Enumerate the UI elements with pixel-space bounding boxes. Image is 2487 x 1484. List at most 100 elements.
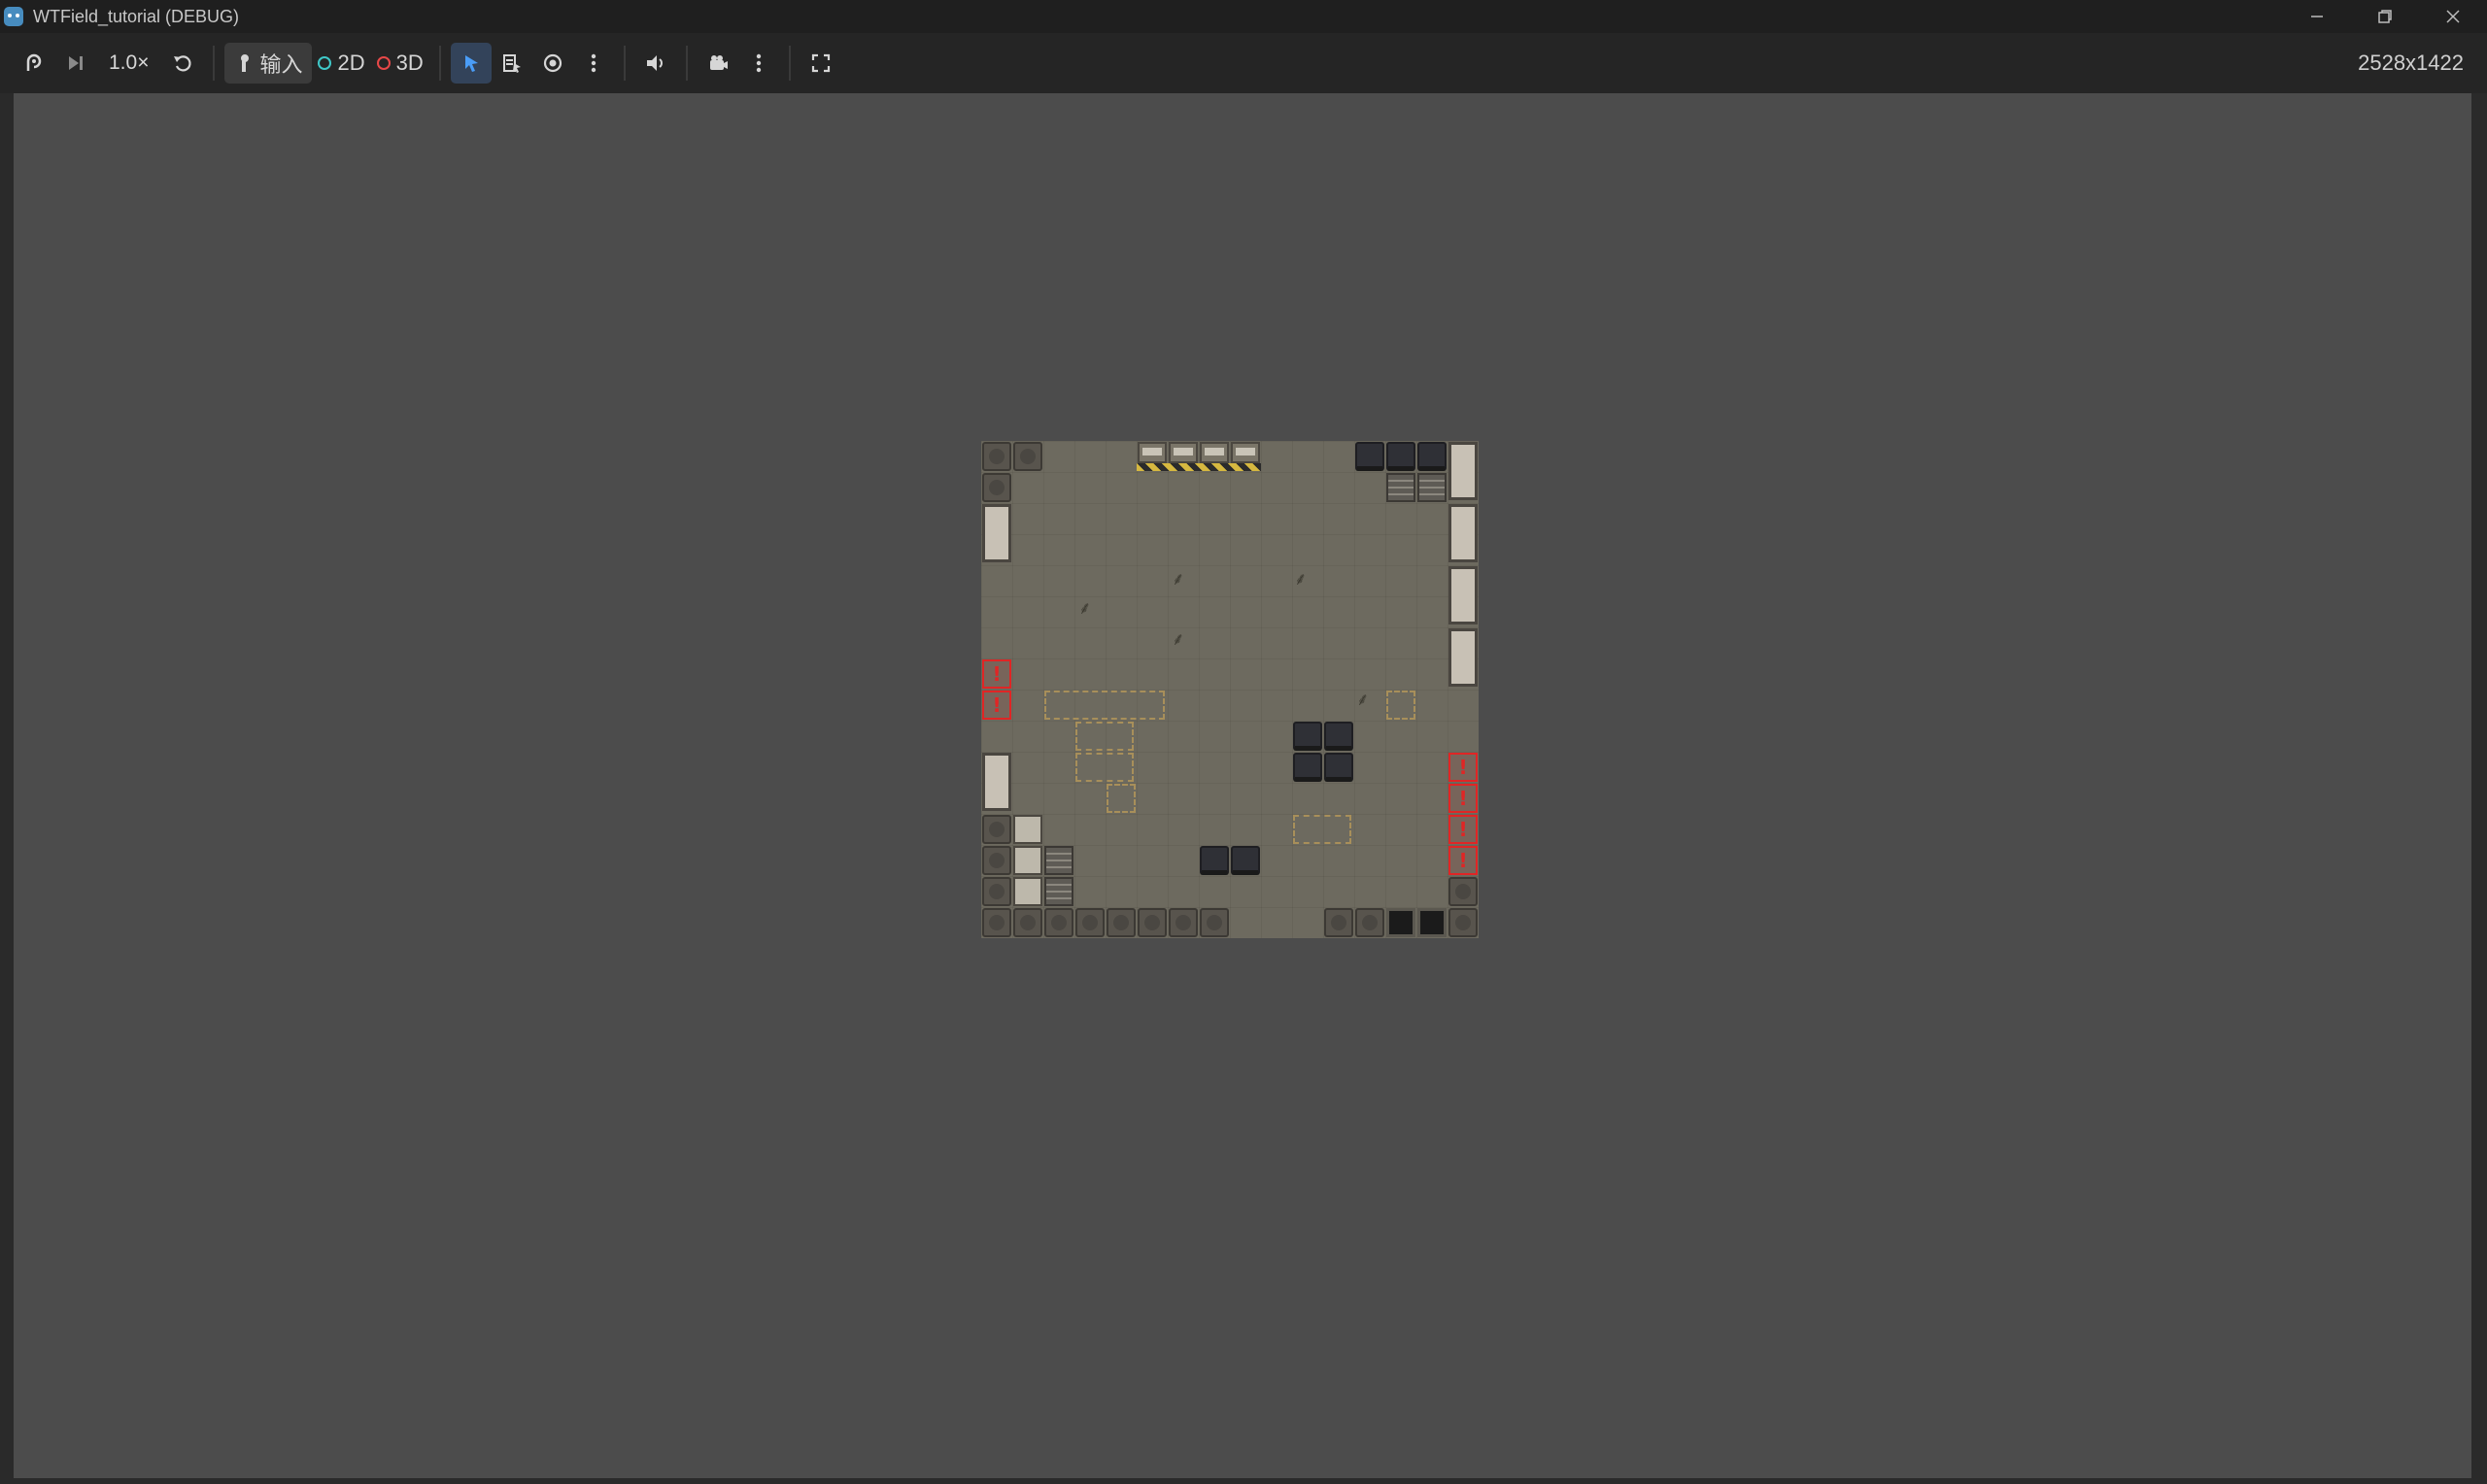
remote-debug-button[interactable] xyxy=(14,43,54,84)
floor-crack: ⸙ xyxy=(1356,690,1370,710)
computer-terminal xyxy=(1324,722,1353,751)
desk xyxy=(1138,442,1167,463)
shelf xyxy=(1386,473,1415,502)
crate xyxy=(1044,908,1073,937)
fullscreen-icon xyxy=(810,52,832,74)
paper-stack xyxy=(1013,877,1042,906)
viewport-border-right xyxy=(2471,93,2487,1484)
dashed-zone xyxy=(1044,691,1165,720)
computer-terminal xyxy=(1231,846,1260,875)
toolbar-separator xyxy=(213,46,216,81)
computer-terminal xyxy=(1293,722,1322,751)
computer-terminal xyxy=(1417,442,1447,471)
desk xyxy=(1231,442,1260,463)
computer-terminal xyxy=(1324,753,1353,782)
pillar xyxy=(1448,504,1478,562)
crate xyxy=(1107,908,1136,937)
crate xyxy=(982,908,1011,937)
dark-block xyxy=(1386,908,1415,937)
speed-button[interactable]: 1.0× xyxy=(95,43,162,84)
input-label: 输入 xyxy=(259,52,303,77)
crate xyxy=(1448,877,1478,906)
mode-3d-button[interactable]: 3D xyxy=(371,43,429,84)
crate xyxy=(1013,442,1042,471)
crate xyxy=(1169,908,1198,937)
hazard-stripe xyxy=(1137,463,1261,471)
reset-icon xyxy=(172,52,193,74)
dashed-zone xyxy=(1293,815,1351,844)
crate xyxy=(1075,908,1105,937)
mode-2d-label: 2D xyxy=(337,51,365,75)
crate xyxy=(982,877,1011,906)
more-options-button[interactable] xyxy=(573,43,614,84)
more-icon xyxy=(755,52,763,74)
alarm-tile xyxy=(982,659,1011,689)
shelf xyxy=(1044,846,1073,875)
restore-button[interactable] xyxy=(2351,0,2419,33)
audio-button[interactable] xyxy=(635,43,676,84)
crate xyxy=(982,473,1011,502)
alarm-tile xyxy=(1448,784,1478,813)
floor-crack: ⸙ xyxy=(1172,629,1185,650)
godot-app-icon xyxy=(4,7,23,26)
pillar xyxy=(1448,566,1478,624)
list-select-button[interactable] xyxy=(492,43,532,84)
game-map[interactable]: ⸙ ⸙ ⸙ ⸙ ⸙ xyxy=(981,441,1479,938)
window-title: WTField_tutorial (DEBUG) xyxy=(33,6,240,26)
camera-icon xyxy=(706,52,730,74)
title-bar: WTField_tutorial (DEBUG) xyxy=(0,0,2487,33)
pillar xyxy=(1448,628,1478,687)
crate xyxy=(1200,908,1229,937)
crate xyxy=(1138,908,1167,937)
dashed-zone xyxy=(1075,753,1134,782)
crate xyxy=(1013,908,1042,937)
toolbar-separator xyxy=(623,46,626,81)
game-toolbar: 1.0× 输入 2D 3D 2528x1422 xyxy=(0,33,2487,93)
toolbar-separator xyxy=(438,46,441,81)
shelf xyxy=(1044,877,1073,906)
floor-crack: ⸙ xyxy=(1294,569,1308,590)
dashed-zone xyxy=(1107,784,1136,813)
mode-3d-label: 3D xyxy=(395,51,424,75)
camera-more-button[interactable] xyxy=(738,43,779,84)
alarm-tile xyxy=(1448,815,1478,844)
fullscreen-button[interactable] xyxy=(801,43,841,84)
audio-icon xyxy=(644,52,667,74)
desk xyxy=(1169,442,1198,463)
visibility-icon xyxy=(542,52,563,74)
list-select-icon xyxy=(501,52,523,74)
alarm-tile xyxy=(1448,846,1478,875)
close-button[interactable] xyxy=(2419,0,2487,33)
remote-debug-icon xyxy=(22,51,46,75)
computer-terminal xyxy=(1355,442,1384,471)
paper-stack xyxy=(1013,815,1042,844)
pillar xyxy=(982,753,1011,811)
camera-button[interactable] xyxy=(698,43,738,84)
desk xyxy=(1200,442,1229,463)
alarm-tile xyxy=(982,691,1011,720)
crate xyxy=(982,815,1011,844)
crate xyxy=(1324,908,1353,937)
window-controls xyxy=(2283,0,2487,33)
radio-2d-icon xyxy=(318,56,332,70)
computer-terminal xyxy=(1386,442,1415,471)
pillar xyxy=(982,504,1011,562)
resolution-label: 2528x1422 xyxy=(2358,51,2464,75)
computer-terminal xyxy=(1200,846,1229,875)
paper-stack xyxy=(1013,846,1042,875)
input-icon xyxy=(234,52,254,74)
select-button[interactable] xyxy=(450,43,492,84)
pillar xyxy=(1448,442,1478,500)
next-frame-button[interactable] xyxy=(54,43,95,84)
visibility-button[interactable] xyxy=(532,43,573,84)
mode-2d-button[interactable]: 2D xyxy=(312,43,370,84)
toolbar-separator xyxy=(685,46,688,81)
minimize-button[interactable] xyxy=(2283,0,2351,33)
floor-crack: ⸙ xyxy=(1078,598,1092,619)
next-frame-icon xyxy=(64,52,85,74)
radio-3d-icon xyxy=(376,56,391,70)
dark-block xyxy=(1417,908,1447,937)
floor-crack: ⸙ xyxy=(1172,569,1185,590)
reset-speed-button[interactable] xyxy=(162,43,203,84)
input-toggle-button[interactable]: 输入 xyxy=(224,43,313,84)
